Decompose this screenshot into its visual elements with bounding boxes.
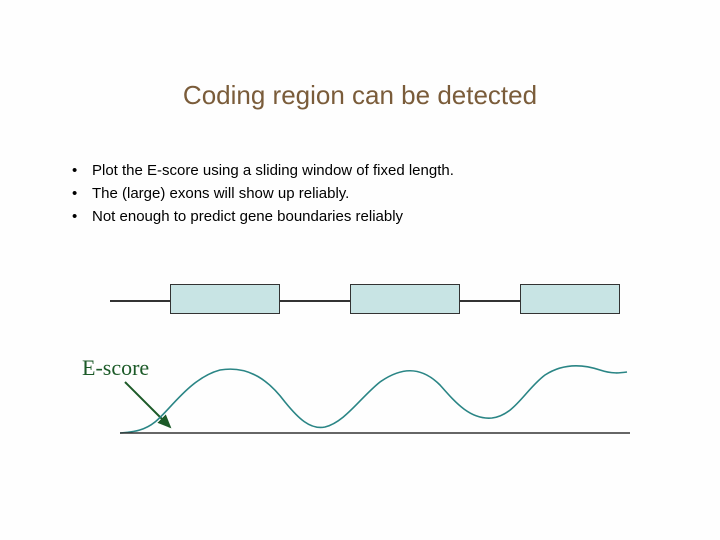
bullet-list: • Plot the E-score using a sliding windo… — [72, 160, 660, 229]
escore-plot: E-score — [70, 355, 630, 455]
exon-box — [520, 284, 620, 314]
exon-box — [350, 284, 460, 314]
bullet-dot-icon: • — [72, 183, 92, 204]
bullet-dot-icon: • — [72, 160, 92, 181]
bullet-item: • Not enough to predict gene boundaries … — [72, 206, 660, 227]
bullet-item: • Plot the E-score using a sliding windo… — [72, 160, 660, 181]
bullet-item: • The (large) exons will show up reliabl… — [72, 183, 660, 204]
exon-box — [170, 284, 280, 314]
bullet-text: The (large) exons will show up reliably. — [92, 183, 349, 204]
slide-title: Coding region can be detected — [0, 80, 720, 111]
bullet-text: Not enough to predict gene boundaries re… — [92, 206, 403, 227]
bullet-dot-icon: • — [72, 206, 92, 227]
exon-diagram — [110, 275, 620, 325]
escore-baseline — [120, 431, 630, 435]
bullet-text: Plot the E-score using a sliding window … — [92, 160, 454, 181]
